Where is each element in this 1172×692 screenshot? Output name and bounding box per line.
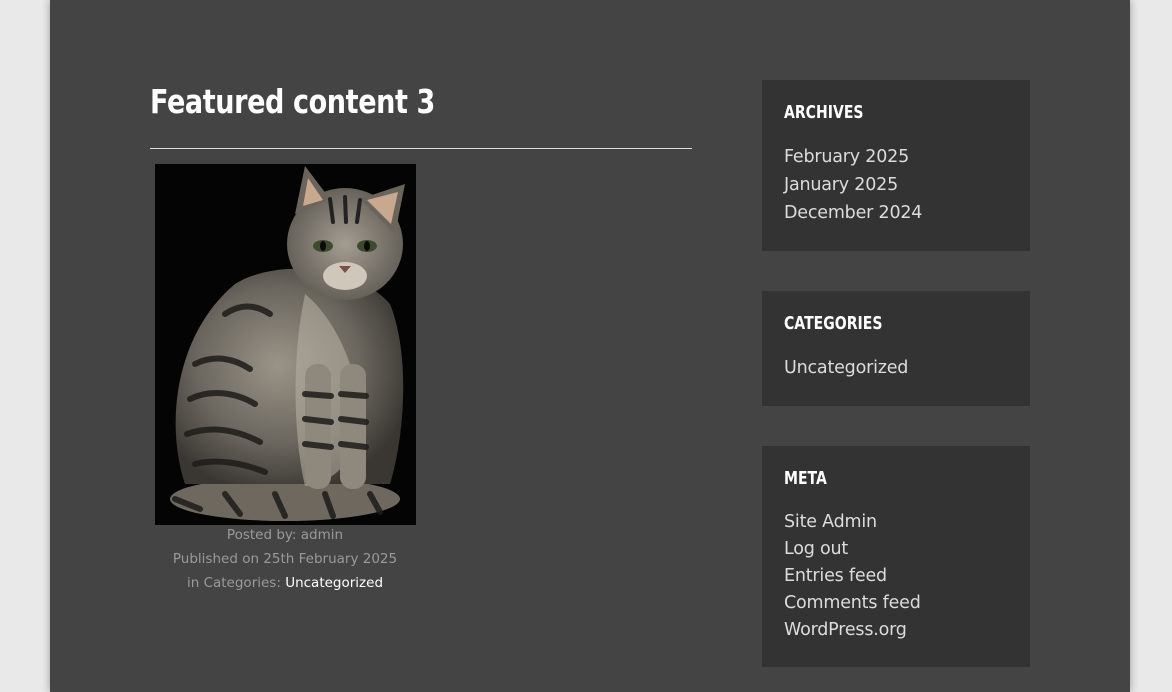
archives-item: December 2024: [784, 203, 922, 231]
archive-link-dec-2024[interactable]: December 2024: [784, 203, 922, 223]
archive-link-jan-2025[interactable]: January 2025: [784, 175, 898, 195]
archives-item: February 2025: [784, 147, 922, 175]
archive-link-feb-2025[interactable]: February 2025: [784, 147, 909, 167]
meta-link-wordpress-org[interactable]: WordPress.org: [784, 620, 907, 640]
meta-item: Comments feed: [784, 593, 921, 620]
meta-widget: META Site Admin Log out Entries feed Com…: [762, 446, 1030, 667]
archives-item: January 2025: [784, 175, 922, 203]
meta-link-log-out[interactable]: Log out: [784, 539, 848, 559]
categories-list: Uncategorized: [784, 358, 908, 386]
meta-list: Site Admin Log out Entries feed Comments…: [784, 512, 921, 647]
categories-title: CATEGORIES: [784, 313, 883, 334]
category-link-uncategorized[interactable]: Uncategorized: [784, 358, 908, 378]
post-title: Featured content 3: [150, 82, 435, 121]
meta-item: Site Admin: [784, 512, 921, 539]
meta-link-site-admin[interactable]: Site Admin: [784, 512, 877, 532]
post-author: Posted by: admin: [226, 527, 344, 543]
featured-image[interactable]: [155, 164, 416, 525]
categories-widget: CATEGORIES Uncategorized: [762, 291, 1030, 406]
archives-title: ARCHIVES: [784, 102, 864, 123]
post-categories-prefix: in Categories:: [186, 575, 286, 591]
cat-illustration: [155, 164, 416, 525]
meta-link-entries-feed[interactable]: Entries feed: [784, 566, 887, 586]
page-container: Featured content 3 Posted by: admin Publ…: [50, 0, 1130, 692]
archives-widget: ARCHIVES February 2025 January 2025 Dece…: [762, 80, 1030, 251]
categories-item: Uncategorized: [784, 358, 908, 386]
meta-title: META: [784, 468, 827, 489]
post-categories: in Categories: Uncategorized: [135, 575, 435, 591]
meta-item: Log out: [784, 539, 921, 566]
meta-link-comments-feed[interactable]: Comments feed: [784, 593, 921, 613]
title-divider: [150, 148, 692, 149]
meta-item: WordPress.org: [784, 620, 921, 647]
post-category-link[interactable]: Uncategorized: [285, 575, 383, 591]
archives-list: February 2025 January 2025 December 2024: [784, 147, 922, 231]
post-date: Published on 25th February 2025: [172, 551, 398, 567]
meta-item: Entries feed: [784, 566, 921, 593]
